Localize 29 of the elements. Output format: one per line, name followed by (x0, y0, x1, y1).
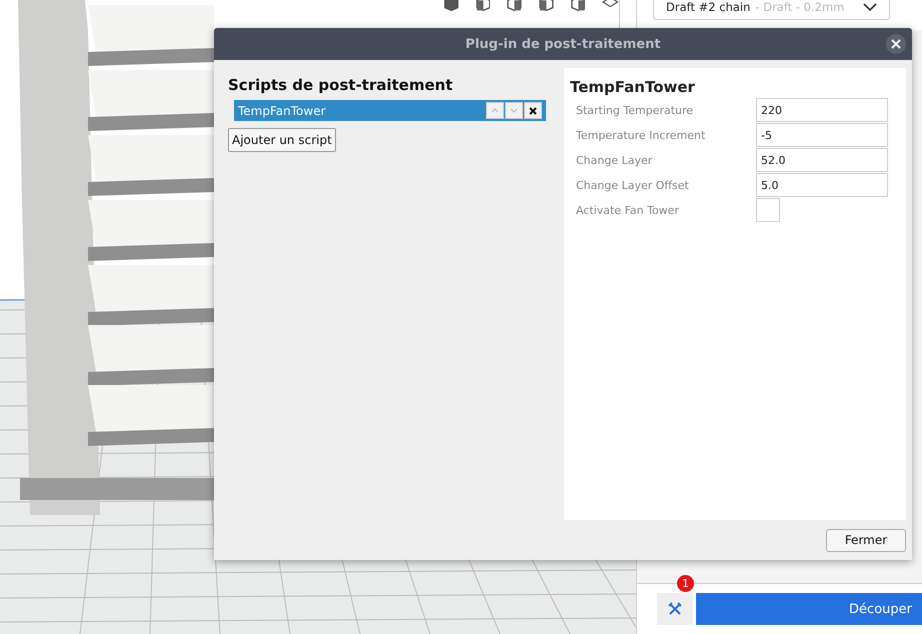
setting-label: Temperature Increment (576, 128, 706, 142)
chevron-up-icon (491, 108, 499, 113)
chevron-down-icon (510, 108, 518, 113)
remove-script-button[interactable] (524, 102, 542, 119)
setting-label: Starting Temperature (576, 104, 694, 116)
script-name: TempFanTower (238, 104, 327, 118)
setting-checkbox[interactable] (756, 198, 780, 222)
add-script-button[interactable]: Ajouter un script (228, 128, 336, 152)
tools-icon (668, 602, 682, 616)
scripts-heading: Scripts de post-traitement (228, 76, 453, 94)
dialog-title: Plug-in de post-traitement (465, 36, 661, 52)
setting-label: Activate Fan Tower (576, 204, 680, 216)
setting-input-field[interactable]: 52.0 (756, 148, 888, 172)
chevron-down-icon (863, 3, 877, 11)
script-list-item[interactable]: TempFanTower (234, 100, 546, 121)
close-dialog-button[interactable]: Fermer (826, 528, 906, 552)
tools-button[interactable] (657, 593, 693, 625)
setting-input-field[interactable]: -5 (756, 123, 888, 147)
close-icon (891, 39, 901, 49)
close-icon (529, 106, 537, 114)
close-button[interactable] (886, 34, 906, 54)
setting-input-field[interactable]: 220 (756, 98, 888, 122)
profile-dropdown[interactable]: Draft #2 chain - Draft - 0.2mm (653, 0, 890, 20)
setting-label: Change Layer Offset (576, 178, 690, 192)
setting-label: Change Layer (576, 154, 654, 166)
slice-button[interactable]: Découper (696, 593, 922, 625)
notification-badge: 1 (677, 575, 694, 592)
setting-input-field[interactable]: 5.0 (756, 173, 888, 197)
settings-title: TempFanTower (570, 78, 696, 96)
